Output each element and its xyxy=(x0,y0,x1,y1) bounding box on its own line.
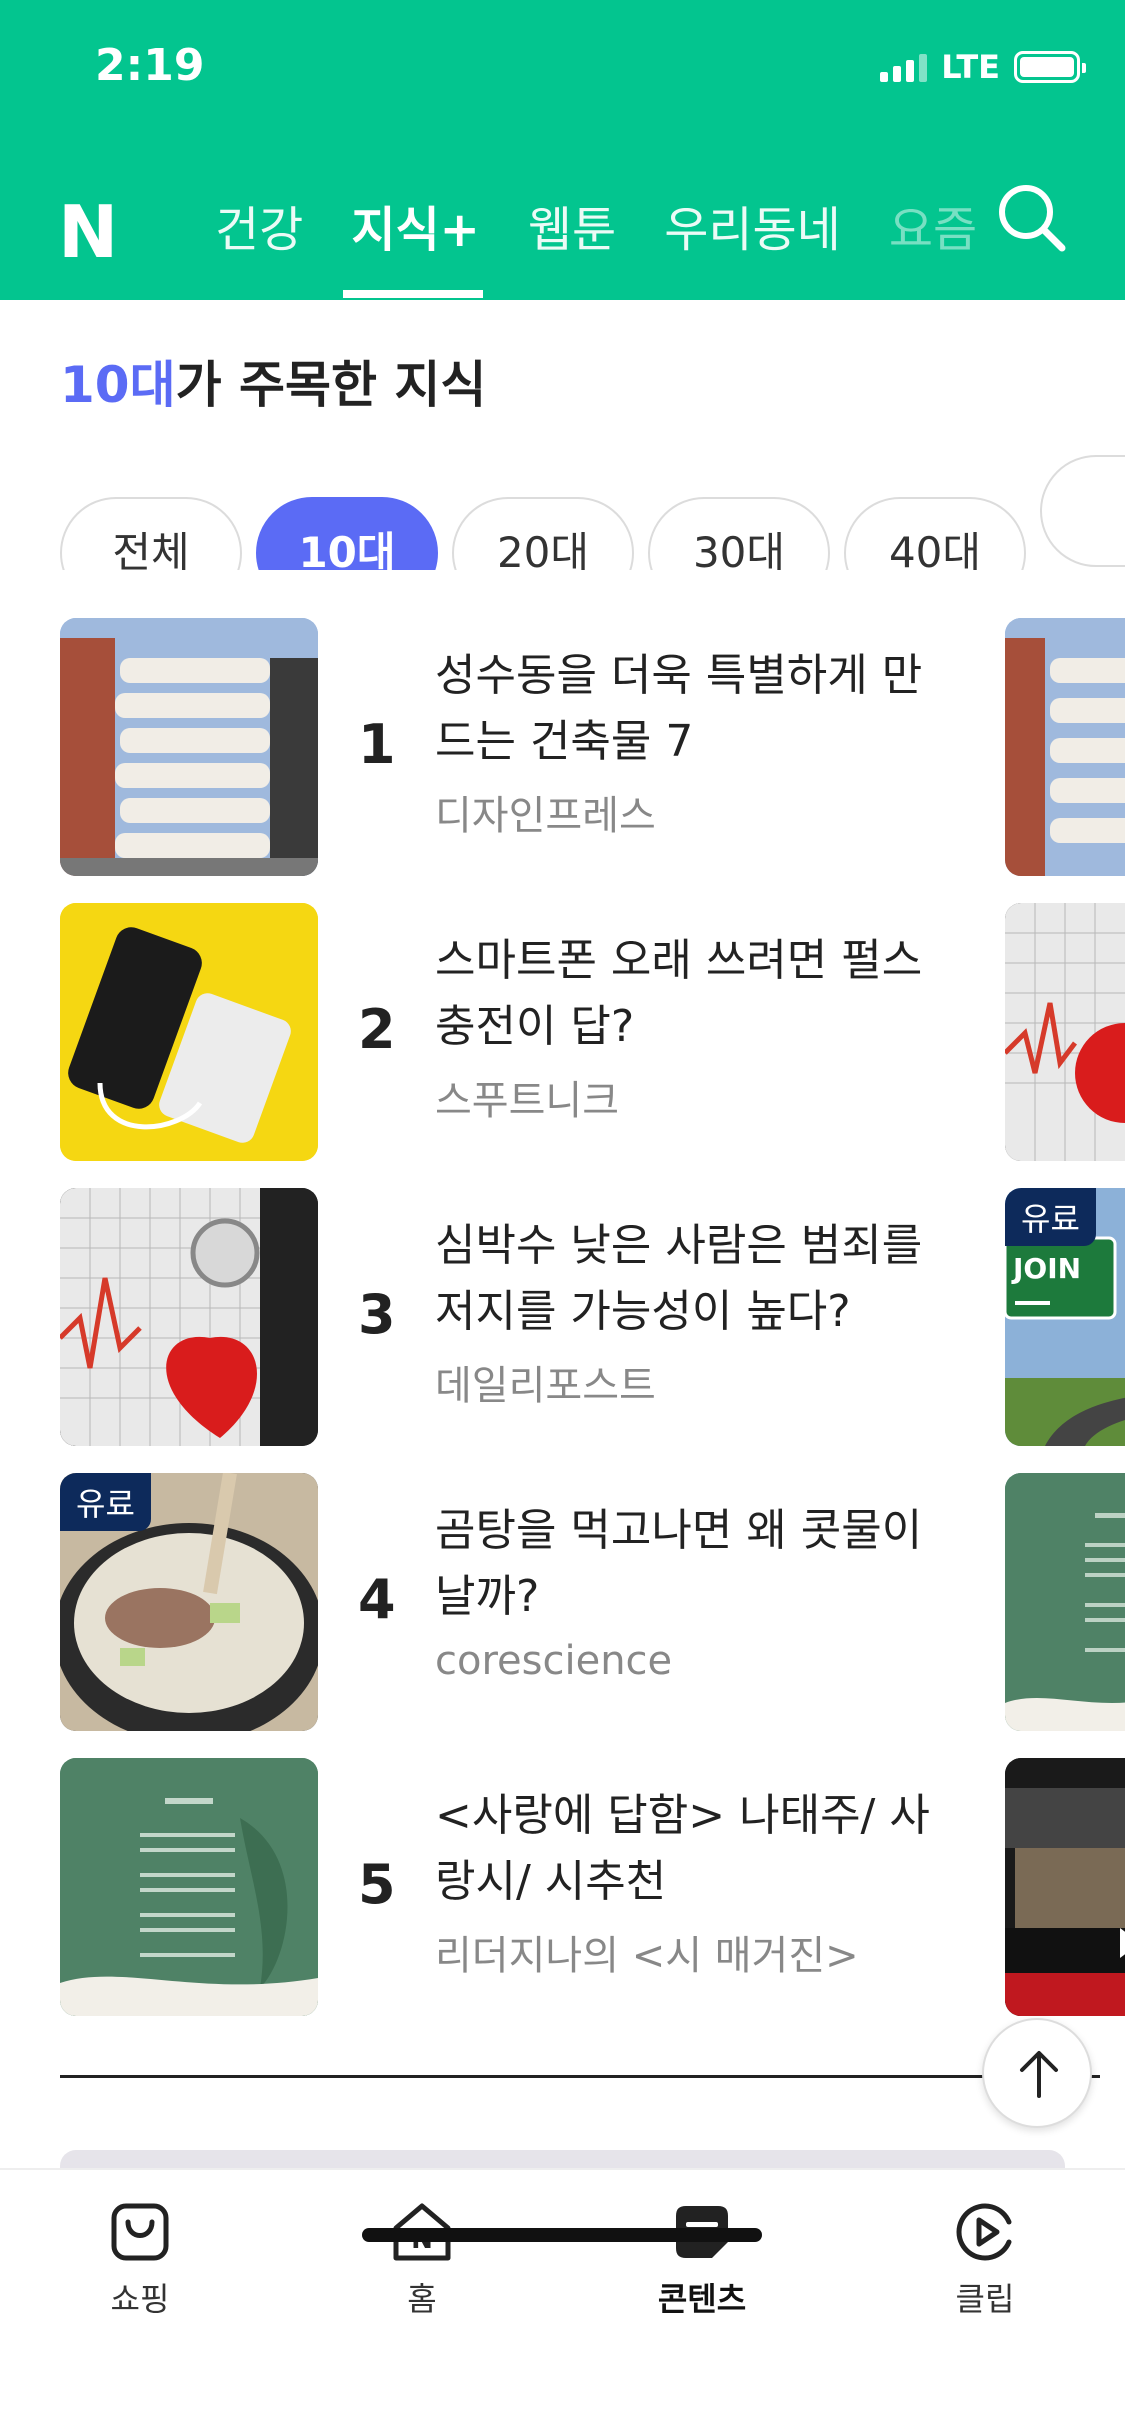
chip-all[interactable]: 전체 xyxy=(60,497,242,570)
scroll-to-top-button[interactable] xyxy=(982,2018,1092,2128)
nav-label: 클립 xyxy=(955,2280,1015,2318)
thumbnail-image[interactable] xyxy=(60,1758,318,2016)
next-column-thumbnail[interactable]: JOIN 유료 xyxy=(1005,1188,1125,1446)
thumbnail-image[interactable] xyxy=(60,1188,318,1446)
rank-number: 1 xyxy=(358,713,396,776)
signal-icon xyxy=(880,52,928,82)
network-label: LTE xyxy=(941,48,1000,86)
article-source: corescience xyxy=(435,1638,673,1684)
article-title[interactable]: 곰탕을 먹고나면 왜 콧물이 날까? xyxy=(435,1498,935,1630)
next-column-thumbnail[interactable] xyxy=(1005,1473,1125,1731)
article-title[interactable]: <사랑에 답함> 나태주/ 사랑시/ 시추천 xyxy=(435,1783,935,1915)
tab-webtoon[interactable]: 웹툰 xyxy=(528,190,616,260)
status-time: 2:19 xyxy=(95,40,205,91)
shopping-bag-icon xyxy=(111,2203,169,2261)
article-title[interactable]: 성수동을 더욱 특별하게 만드는 건축물 7 xyxy=(435,643,935,775)
tab-recent[interactable]: 요즘 xyxy=(889,190,977,260)
home-indicator xyxy=(362,2228,762,2242)
paid-badge: 유료 xyxy=(1005,1188,1096,1246)
ranking-item[interactable]: 1 성수동을 더욱 특별하게 만드는 건축물 7 디자인프레스 xyxy=(0,618,1125,876)
section-title: 10대가 주목한 지식 xyxy=(60,345,486,417)
chip-next[interactable] xyxy=(1040,455,1125,567)
thumbnail-image[interactable] xyxy=(60,903,318,1161)
chip-10s[interactable]: 10대 xyxy=(256,497,438,570)
battery-icon xyxy=(1014,51,1086,83)
status-bar: 2:19 LTE xyxy=(0,0,1125,140)
next-column-thumbnail[interactable] xyxy=(1005,903,1125,1161)
clip-icon xyxy=(956,2203,1012,2261)
nav-home[interactable]: N 홈 xyxy=(342,2200,502,2320)
chip-40s[interactable]: 40대 xyxy=(844,497,1026,570)
chip-30s[interactable]: 30대 xyxy=(648,497,830,570)
thumbnail-image[interactable]: 유료 xyxy=(60,1473,318,1731)
nav-clip[interactable]: 클립 xyxy=(905,2200,1065,2320)
article-source: 리더지나의 <시 매거진> xyxy=(435,1933,859,1979)
top-nav: N 건강 지식+ 웹툰 우리동네 요즘 xyxy=(0,170,1125,300)
article-title[interactable]: 심박수 낮은 사람은 범죄를 저지를 가능성이 높다? xyxy=(435,1213,935,1345)
naver-logo[interactable]: N xyxy=(58,190,118,274)
ranking-item[interactable]: 5 <사랑에 답함> 나태주/ 사랑시/ 시추천 리더지나의 <시 매거진> xyxy=(0,1758,1125,2016)
nav-content[interactable]: 콘텐츠 xyxy=(622,2200,782,2320)
section-title-highlight: 10대 xyxy=(60,356,176,414)
nav-label: 홈 xyxy=(407,2280,437,2318)
rank-number: 4 xyxy=(358,1568,396,1631)
article-source: 디자인프레스 xyxy=(435,793,656,839)
status-indicators: LTE xyxy=(880,48,1086,86)
rank-number: 5 xyxy=(358,1853,396,1916)
tab-knowledge-plus[interactable]: 지식+ xyxy=(351,190,480,260)
paid-badge: 유료 xyxy=(60,1473,151,1531)
app-header: 2:19 LTE N 건강 지식+ 웹툰 우리동네 요즘 xyxy=(0,0,1125,300)
nav-label: 콘텐츠 xyxy=(657,2280,747,2318)
rank-number: 3 xyxy=(358,1283,396,1346)
nav-label: 쇼핑 xyxy=(110,2280,170,2318)
ranking-item[interactable]: 유료 4 곰탕을 먹고나면 왜 콧물이 날까? corescience xyxy=(0,1473,1125,1731)
tab-health[interactable]: 건강 xyxy=(215,190,303,260)
bottom-navigation: 쇼핑 N 홈 콘텐츠 클립 xyxy=(0,2168,1125,2436)
thumbnail-image[interactable] xyxy=(60,618,318,876)
next-column-thumbnail[interactable] xyxy=(1005,618,1125,876)
search-icon[interactable] xyxy=(994,180,1070,256)
next-column-thumbnail[interactable] xyxy=(1005,1758,1125,2016)
ranking-item[interactable]: 2 스마트폰 오래 쓰려면 펄스 충전이 답? 스푸트니크 xyxy=(0,903,1125,1161)
article-title[interactable]: 스마트폰 오래 쓰려면 펄스 충전이 답? xyxy=(435,928,935,1060)
svg-text:JOIN: JOIN xyxy=(1011,1252,1081,1285)
rank-number: 2 xyxy=(358,998,396,1061)
article-source: 데일리포스트 xyxy=(435,1363,656,1409)
active-tab-indicator xyxy=(343,290,483,298)
section-divider xyxy=(60,2075,1100,2078)
tab-neighborhood[interactable]: 우리동네 xyxy=(664,190,841,260)
age-filter-chips: 전체 10대 20대 30대 40대 xyxy=(60,455,1125,570)
chip-20s[interactable]: 20대 xyxy=(452,497,634,570)
category-tabs: 건강 지식+ 웹툰 우리동네 요즘 xyxy=(215,190,995,260)
arrow-up-icon xyxy=(1020,2051,1058,2098)
section-title-rest: 가 주목한 지식 xyxy=(175,356,487,414)
ranking-item[interactable]: 3 심박수 낮은 사람은 범죄를 저지를 가능성이 높다? 데일리포스트 JOI… xyxy=(0,1188,1125,1446)
nav-shopping[interactable]: 쇼핑 xyxy=(60,2200,220,2320)
article-source: 스푸트니크 xyxy=(435,1078,619,1124)
